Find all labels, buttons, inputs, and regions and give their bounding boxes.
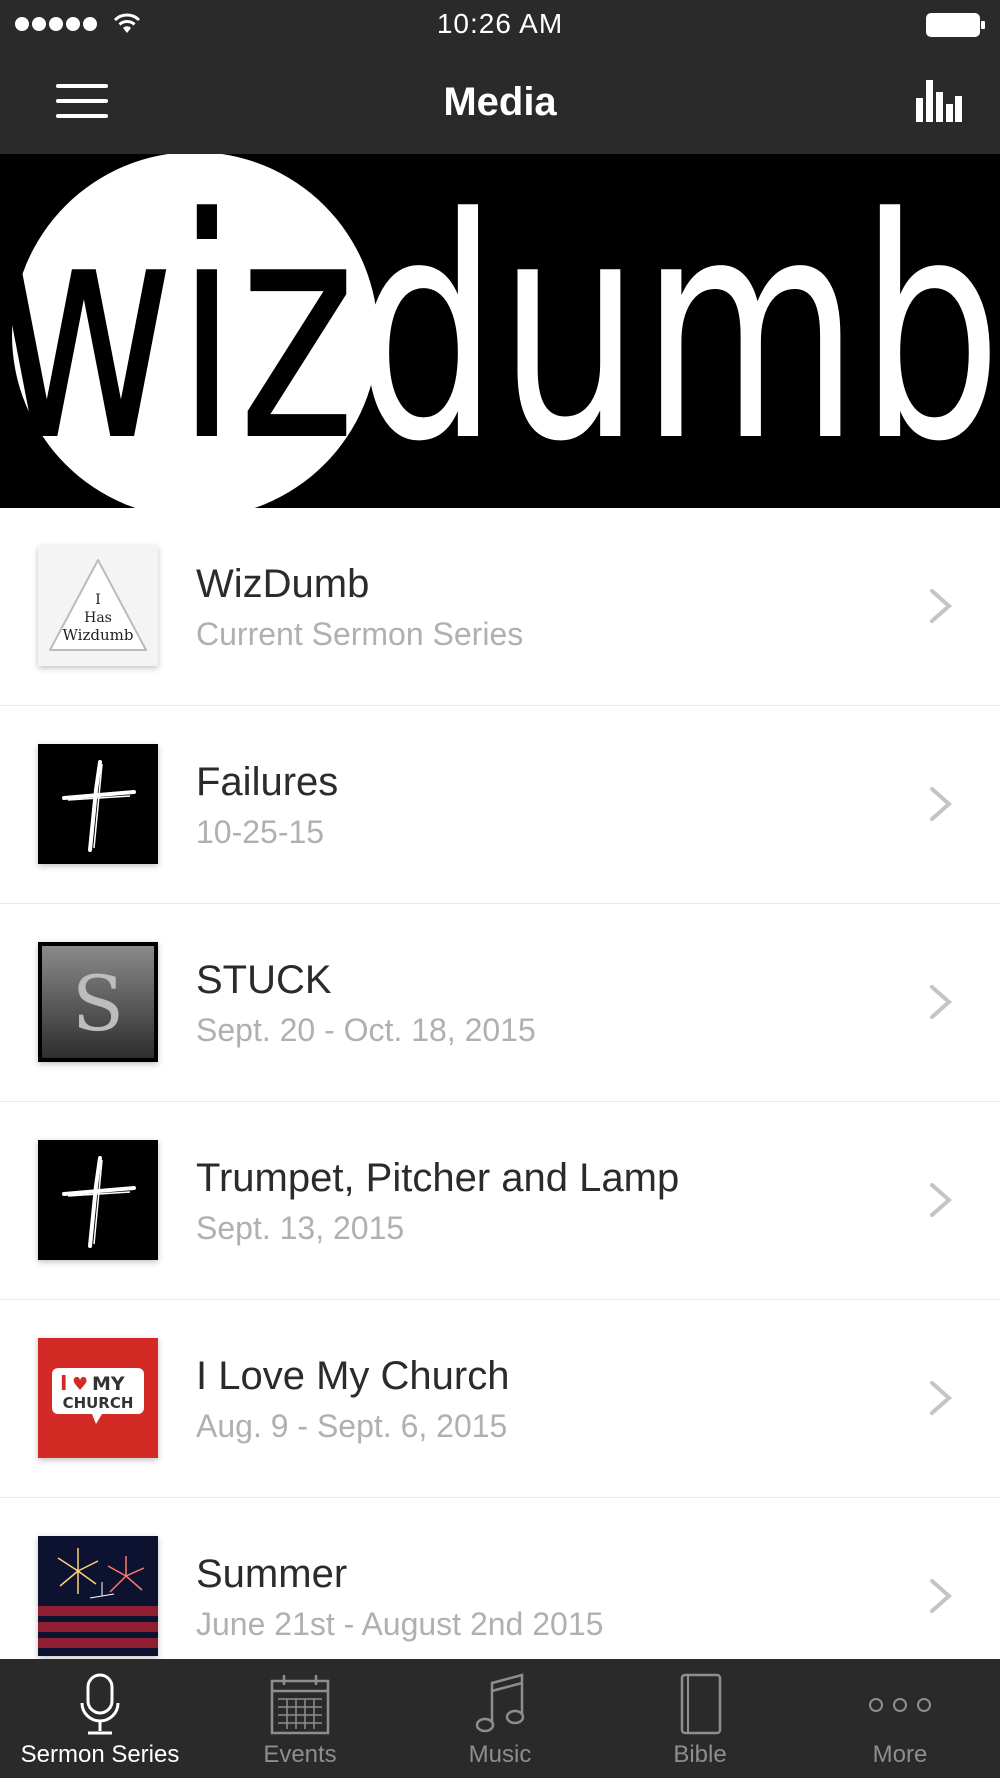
stats-button[interactable] (914, 78, 962, 122)
chevron-right-icon (930, 1579, 953, 1613)
chevron-right-icon (930, 589, 953, 623)
tab-label: Music (468, 1741, 532, 1768)
series-subtitle: Aug. 9 - Sept. 6, 2015 (196, 1408, 508, 1444)
svg-text:MY: MY (92, 1373, 125, 1395)
list-item[interactable]: I ♥ MY CHURCH I Love My Church Aug. 9 - … (0, 1300, 1000, 1498)
series-title: I Love My Church (196, 1354, 510, 1398)
svg-text:Wizdumb: Wizdumb (63, 626, 134, 644)
tab-label: More (872, 1741, 928, 1768)
letter-s-thumbnail: S (38, 942, 158, 1062)
series-title: WizDumb (196, 562, 370, 606)
series-title: Trumpet, Pitcher and Lamp (196, 1156, 680, 1200)
cross-thumbnail (38, 1140, 158, 1260)
series-banner: wizdumb (0, 154, 1000, 508)
love-my-church-thumbnail: I ♥ MY CHURCH (38, 1338, 158, 1458)
svg-text:CHURCH: CHURCH (63, 1394, 134, 1412)
fireworks-thumbnail (38, 1536, 158, 1656)
bar-chart-icon (916, 80, 962, 122)
list-item[interactable]: Trumpet, Pitcher and Lamp Sept. 13, 2015 (0, 1102, 1000, 1300)
tab-bible[interactable]: Bible (600, 1659, 800, 1778)
tab-events[interactable]: Events (200, 1659, 400, 1778)
series-subtitle: Sept. 13, 2015 (196, 1210, 405, 1246)
chevron-right-icon (930, 1183, 953, 1217)
list-item[interactable]: S STUCK Sept. 20 - Oct. 18, 2015 (0, 904, 1000, 1102)
tab-bar: Sermon Series Events Music Bible More (0, 1659, 1000, 1778)
svg-text:♥: ♥ (72, 1374, 88, 1395)
list-item[interactable]: I Has Wizdumb WizDumb Current Sermon Ser… (0, 508, 1000, 706)
svg-text:S: S (72, 959, 124, 1048)
calendar-icon (270, 1675, 330, 1735)
svg-text:I: I (95, 592, 101, 608)
status-bar: 10:26 AM (0, 0, 1000, 50)
tab-label: Events (263, 1741, 337, 1768)
tab-label: Sermon Series (20, 1741, 180, 1768)
series-title: Failures (196, 760, 339, 804)
series-subtitle: Sept. 20 - Oct. 18, 2015 (196, 1012, 536, 1048)
series-title: STUCK (196, 958, 332, 1002)
series-subtitle: 10-25-15 (196, 814, 325, 850)
page-title: Media (443, 80, 557, 124)
tab-more[interactable]: More (800, 1659, 1000, 1778)
navigation-bar: Media (0, 50, 1000, 154)
series-title: Summer (196, 1552, 348, 1596)
series-subtitle: June 21st - August 2nd 2015 (196, 1606, 604, 1642)
book-icon (680, 1673, 722, 1735)
chevron-right-icon (930, 985, 953, 1019)
chevron-right-icon (930, 1381, 953, 1415)
microphone-icon (80, 1673, 120, 1735)
list-item[interactable]: Failures 10-25-15 (0, 706, 1000, 904)
chevron-right-icon (930, 787, 953, 821)
wizdumb-logo: wizdumb (0, 154, 1000, 508)
tab-music[interactable]: Music (400, 1659, 600, 1778)
svg-text:Has: Has (84, 610, 112, 626)
series-subtitle: Current Sermon Series (196, 616, 524, 652)
more-dots-icon (869, 1698, 931, 1712)
battery-icon (926, 13, 985, 37)
status-time: 10:26 AM (436, 8, 564, 39)
tab-label: Bible (673, 1741, 727, 1768)
series-thumbnail: I Has Wizdumb (38, 546, 158, 666)
music-note-icon (475, 1673, 525, 1733)
svg-text:I: I (60, 1371, 67, 1395)
sermon-series-list: I Has Wizdumb WizDumb Current Sermon Ser… (0, 508, 1000, 1696)
cross-thumbnail (38, 744, 158, 864)
tab-sermon-series[interactable]: Sermon Series (0, 1659, 200, 1778)
banner-logo-text: wizdumb (0, 154, 1000, 508)
